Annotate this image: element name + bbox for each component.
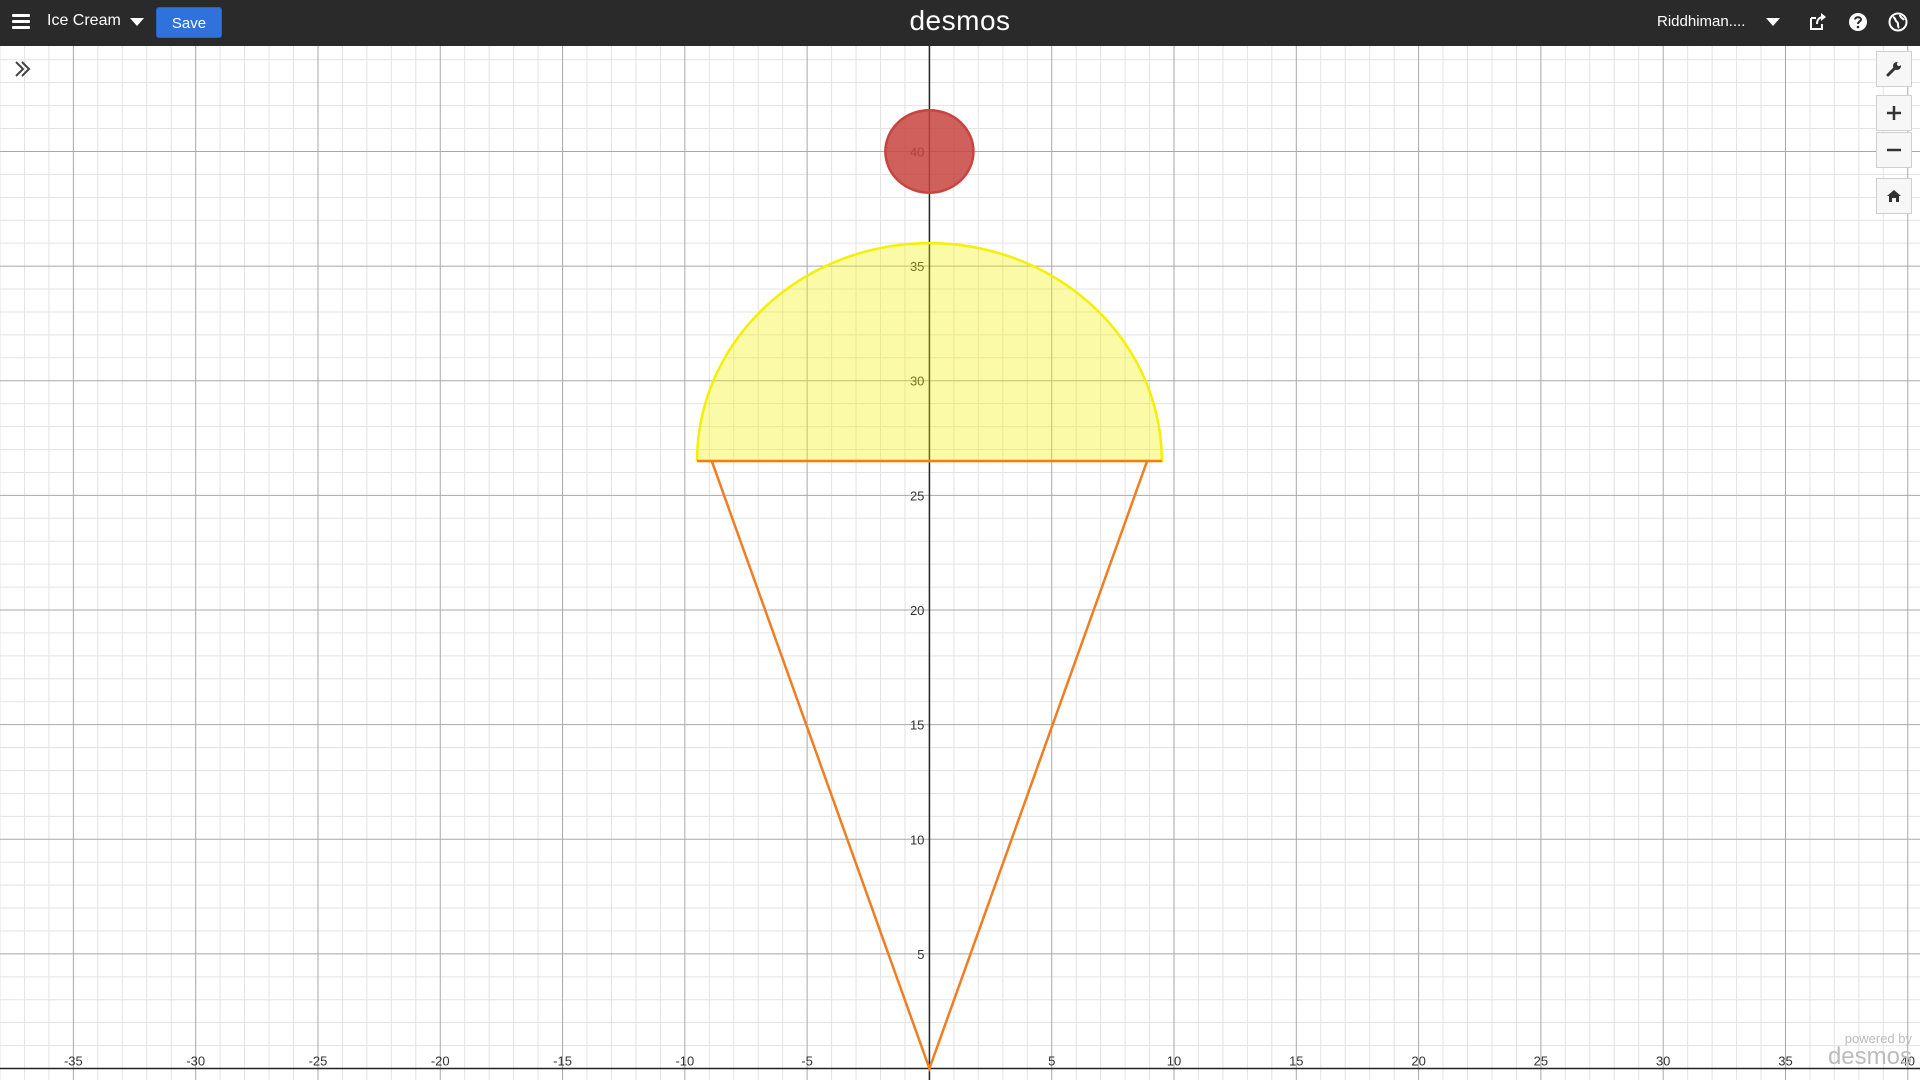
y-tick-label: 10 bbox=[910, 832, 924, 847]
x-tick-label: -20 bbox=[431, 1054, 450, 1069]
x-tick-label: -35 bbox=[64, 1054, 83, 1069]
top-bar: Ice Cream Save desmos Riddhiman.... bbox=[0, 0, 1920, 46]
desmos-logo: desmos bbox=[909, 5, 1011, 36]
x-tick-label: 25 bbox=[1534, 1054, 1548, 1069]
title-dropdown-caret-icon[interactable] bbox=[130, 18, 144, 26]
x-tick-label: -15 bbox=[553, 1054, 572, 1069]
default-viewport-button[interactable] bbox=[1876, 178, 1912, 214]
plus-icon bbox=[1887, 106, 1901, 120]
y-tick-label: 15 bbox=[910, 718, 924, 733]
major-gridlines bbox=[0, 46, 1920, 1080]
zoom-in-button[interactable] bbox=[1876, 95, 1912, 131]
y-tick-label: 5 bbox=[917, 947, 924, 962]
x-tick-label: -5 bbox=[801, 1054, 813, 1069]
y-tick-label: 20 bbox=[910, 603, 924, 618]
x-tick-label: 20 bbox=[1411, 1054, 1425, 1069]
share-icon[interactable] bbox=[1807, 11, 1829, 33]
x-tick-label: -25 bbox=[309, 1054, 328, 1069]
x-tick-label: 5 bbox=[1048, 1054, 1055, 1069]
graph-paper[interactable]: -35 -30 -25 -20 -15 -10 -5 5 10 15 20 25 30 35 40 5 10 15… bbox=[0, 46, 1920, 1080]
x-tick-label: -10 bbox=[675, 1054, 694, 1069]
x-tick-label: 15 bbox=[1289, 1054, 1303, 1069]
graph-canvas[interactable]: -35 -30 -25 -20 -15 -10 -5 5 10 15 20 25 30 35 40 5 10 15… bbox=[0, 46, 1920, 1080]
home-icon bbox=[1887, 190, 1901, 202]
x-tick-label: -30 bbox=[186, 1054, 205, 1069]
save-button[interactable]: Save bbox=[156, 7, 222, 38]
cherry bbox=[884, 108, 975, 194]
double-chevron-right-icon[interactable] bbox=[10, 56, 36, 82]
ice-cream-scoop bbox=[695, 241, 1164, 463]
graph-title[interactable]: Ice Cream bbox=[47, 12, 121, 30]
x-tick-label: 10 bbox=[1167, 1054, 1181, 1069]
x-tick-label: 30 bbox=[1656, 1054, 1670, 1069]
user-account-menu[interactable]: Riddhiman.... bbox=[1657, 13, 1745, 30]
zoom-out-button[interactable] bbox=[1876, 132, 1912, 168]
wrench-icon bbox=[1886, 62, 1901, 77]
help-icon[interactable] bbox=[1847, 11, 1869, 33]
hamburger-menu-icon[interactable] bbox=[12, 14, 30, 30]
y-tick-label: 25 bbox=[910, 488, 924, 503]
x-tick-label: 40 bbox=[1901, 1054, 1915, 1069]
minor-gridlines bbox=[0, 46, 1920, 1080]
language-globe-icon[interactable] bbox=[1887, 11, 1909, 33]
graph-settings-button[interactable] bbox=[1876, 51, 1912, 87]
axes bbox=[0, 46, 1920, 1080]
x-tick-label: 35 bbox=[1778, 1054, 1792, 1069]
minus-icon bbox=[1887, 148, 1901, 152]
user-dropdown-caret-icon[interactable] bbox=[1766, 18, 1780, 26]
